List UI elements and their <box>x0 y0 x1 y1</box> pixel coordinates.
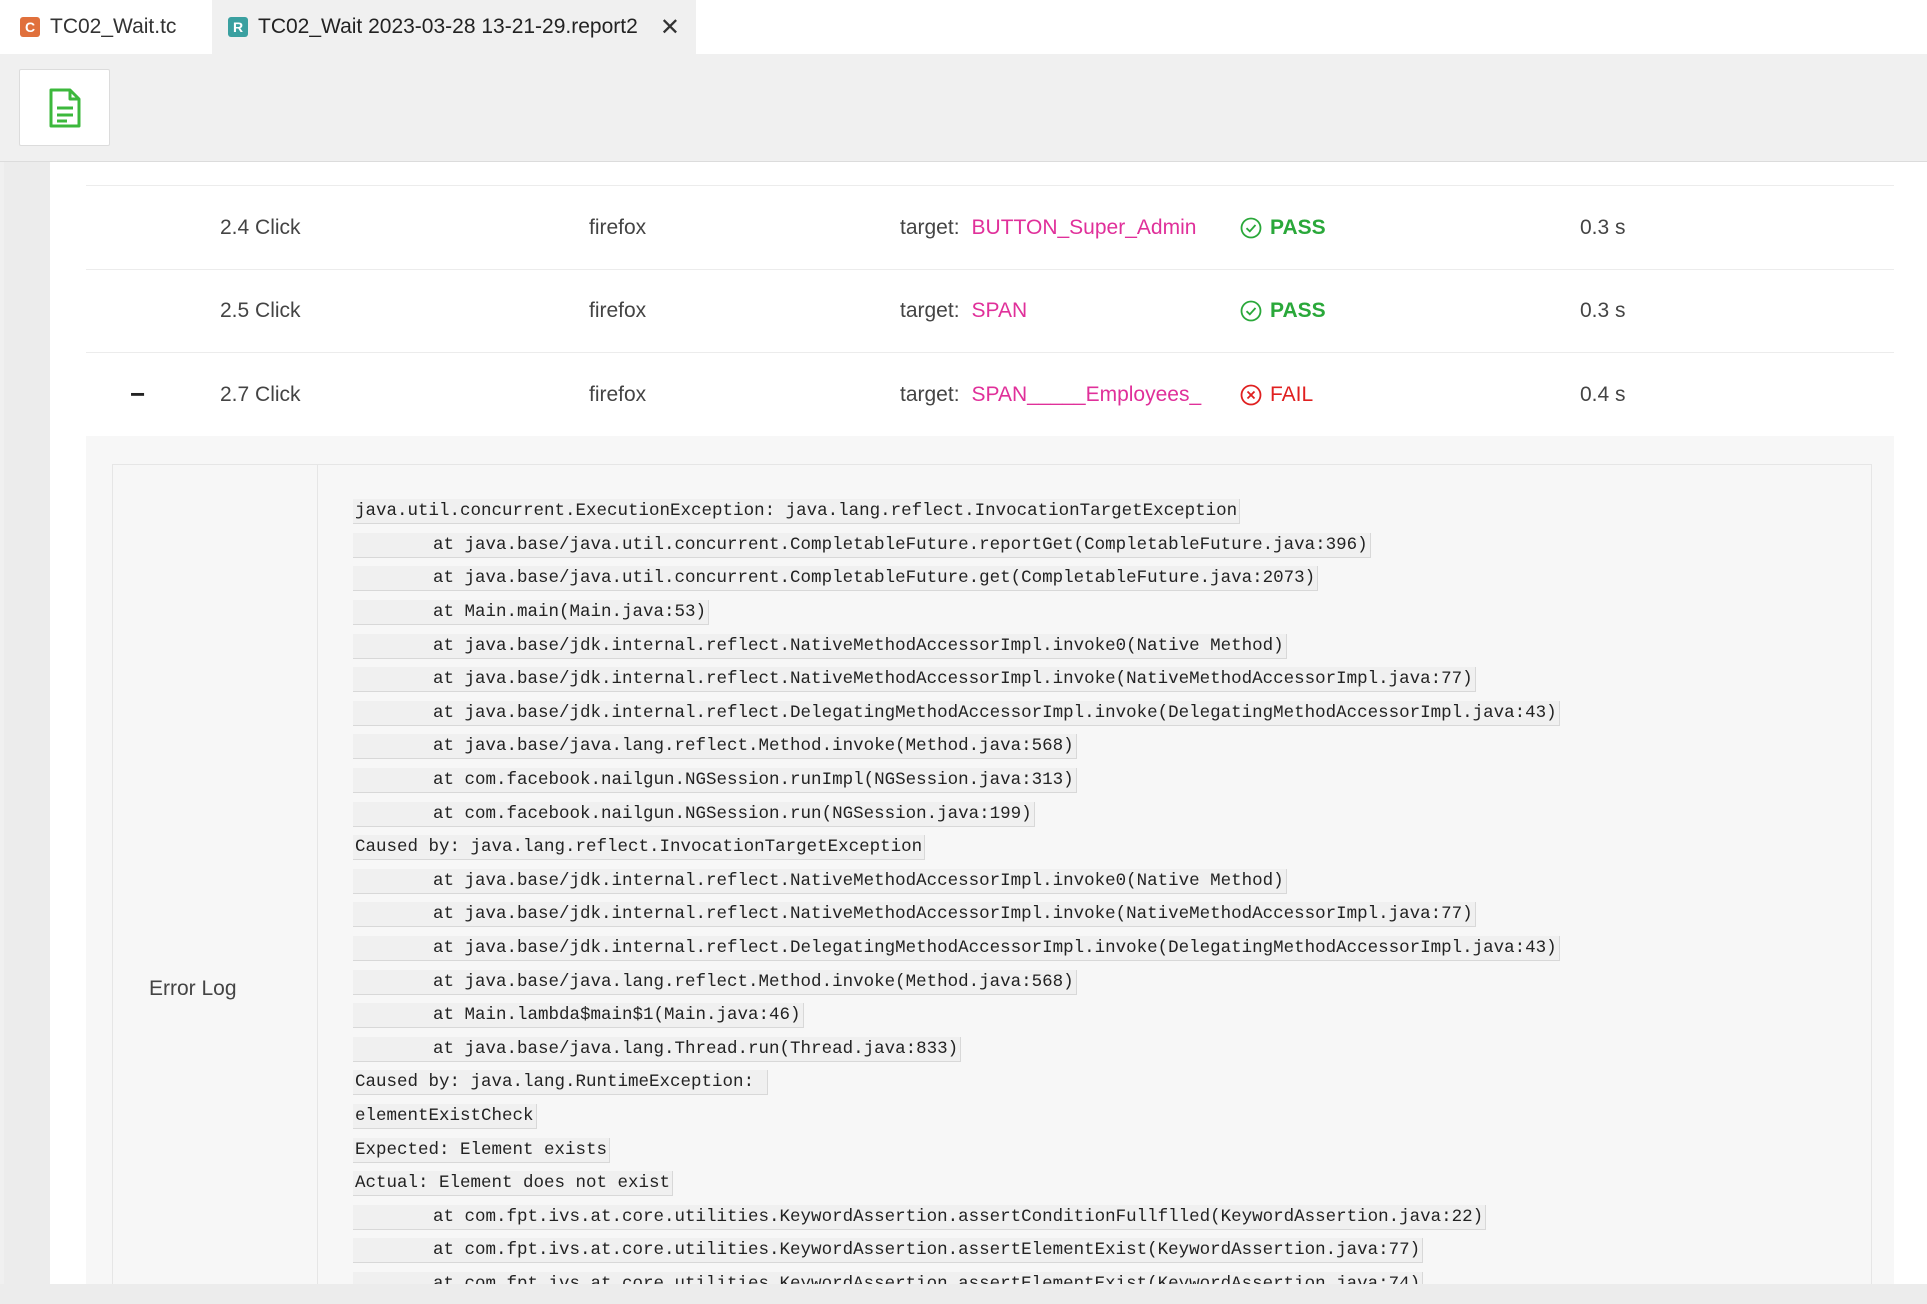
step-browser: firefox <box>589 215 647 239</box>
log-line-text: at com.facebook.nailgun.NGSession.run(NG… <box>353 801 1035 827</box>
check-circle-icon <box>1240 217 1262 238</box>
log-line-text: at com.facebook.nailgun.NGSession.runImp… <box>353 768 1077 794</box>
document-icon <box>49 88 80 127</box>
tab-test-case[interactable]: C TC02_Wait.tc <box>4 0 212 54</box>
log-line-text: at java.base/jdk.internal.reflect.Native… <box>353 902 1476 928</box>
error-log-box: Error Log java.util.concurrent.Execution… <box>112 464 1872 1284</box>
status-text: FAIL <box>1270 382 1314 406</box>
collapse-toggle[interactable]: − <box>130 353 145 436</box>
log-line: Expected: Element exists <box>353 1133 1560 1167</box>
report-document-button[interactable] <box>19 69 110 146</box>
error-panel: Error Log java.util.concurrent.Execution… <box>86 436 1894 1284</box>
step-target: target: BUTTON_Super_Admin <box>900 186 1196 269</box>
log-line-text: at com.fpt.ivs.at.core.utilities.Keyword… <box>353 1271 1424 1284</box>
log-line: at java.base/java.lang.Thread.run(Thread… <box>353 1033 1560 1067</box>
target-value: SPAN_____Employees_ <box>971 382 1202 406</box>
log-line-text: at com.fpt.ivs.at.core.utilities.Keyword… <box>353 1204 1487 1230</box>
step-browser: firefox <box>589 298 647 322</box>
error-log-label: Error Log <box>149 977 237 1000</box>
log-line-text: at java.base/jdk.internal.reflect.Native… <box>353 633 1287 659</box>
log-line-text: Caused by: java.lang.reflect.InvocationT… <box>353 835 926 861</box>
log-line: at java.base/jdk.internal.reflect.Native… <box>353 629 1560 663</box>
log-line-text: at java.base/jdk.internal.reflect.Native… <box>353 868 1287 894</box>
log-line-text: java.util.concurrent.ExecutionException:… <box>353 499 1241 525</box>
log-line: at java.base/java.util.concurrent.Comple… <box>353 562 1560 596</box>
status-badge: PASS <box>1240 269 1326 352</box>
log-line: at com.fpt.ivs.at.core.utilities.Keyword… <box>353 1200 1560 1234</box>
status-text: PASS <box>1270 298 1326 322</box>
log-line: java.util.concurrent.ExecutionException:… <box>353 495 1560 529</box>
step-duration: 0.4 s <box>1580 382 1626 406</box>
log-line: at com.facebook.nailgun.NGSession.runImp… <box>353 764 1560 798</box>
step-row[interactable]: − 2.7 Click firefox target: SPAN_____Emp… <box>86 353 1894 437</box>
log-line-text: at java.base/jdk.internal.reflect.Native… <box>353 667 1476 693</box>
log-line-text: at Main.main(Main.java:53) <box>353 600 710 626</box>
target-label: target: <box>900 215 960 239</box>
target-value: SPAN <box>971 298 1028 322</box>
tab-report[interactable]: R TC02_Wait 2023-03-28 13-21-29.report2 … <box>212 0 696 54</box>
target-label: target: <box>900 298 960 322</box>
tab-bar: C TC02_Wait.tc R TC02_Wait 2023-03-28 13… <box>0 0 1927 54</box>
step-row[interactable]: 2.4 Click firefox target: BUTTON_Super_A… <box>86 185 1894 270</box>
step-name: 2.5 Click <box>220 298 301 322</box>
log-line: at java.base/jdk.internal.reflect.Native… <box>353 898 1560 932</box>
status-text: PASS <box>1270 215 1326 239</box>
log-line: at java.base/jdk.internal.reflect.Delega… <box>353 697 1560 731</box>
log-line-text: at java.base/jdk.internal.reflect.Delega… <box>353 936 1560 962</box>
log-line-text: at com.fpt.ivs.at.core.utilities.Keyword… <box>353 1238 1424 1264</box>
log-line: at java.base/java.lang.reflect.Method.in… <box>353 730 1560 764</box>
log-line: at java.base/jdk.internal.reflect.Native… <box>353 865 1560 899</box>
log-line: at com.fpt.ivs.at.core.utilities.Keyword… <box>353 1234 1560 1268</box>
step-name: 2.7 Click <box>220 382 301 406</box>
check-circle-icon <box>1240 300 1262 321</box>
step-browser: firefox <box>589 382 647 406</box>
log-line: at java.base/jdk.internal.reflect.Delega… <box>353 932 1560 966</box>
tab-label: TC02_Wait.tc <box>50 15 177 38</box>
log-line: at Main.lambda$main$1(Main.java:46) <box>353 999 1560 1033</box>
status-badge: PASS <box>1240 186 1326 269</box>
log-line: at java.base/jdk.internal.reflect.Native… <box>353 663 1560 697</box>
log-line: elementExistCheck <box>353 1100 1560 1134</box>
error-log-text[interactable]: java.util.concurrent.ExecutionException:… <box>353 495 1560 1284</box>
tab-label: TC02_Wait 2023-03-28 13-21-29.report2 <box>258 15 638 38</box>
log-line-text: Actual: Element does not exist <box>353 1171 674 1197</box>
close-icon[interactable]: ✕ <box>660 13 680 42</box>
left-gutter <box>4 162 50 1284</box>
step-name: 2.4 Click <box>220 215 301 239</box>
log-line-text: at java.base/java.util.concurrent.Comple… <box>353 566 1319 592</box>
step-target: target: SPAN <box>900 269 1027 352</box>
log-line-text: Caused by: java.lang.RuntimeException: <box>353 1070 768 1096</box>
log-line-text: Expected: Element exists <box>353 1137 611 1163</box>
toolbar <box>0 54 1927 162</box>
log-line-text: at java.base/java.lang.reflect.Method.in… <box>353 969 1077 995</box>
log-line: at java.base/java.lang.reflect.Method.in… <box>353 965 1560 999</box>
log-line-text: at java.base/java.util.concurrent.Comple… <box>353 532 1371 558</box>
log-line: Caused by: java.lang.RuntimeException: <box>353 1066 1560 1100</box>
log-line-text: at Main.lambda$main$1(Main.java:46) <box>353 1003 804 1029</box>
report-content[interactable]: 2.4 Click firefox target: BUTTON_Super_A… <box>50 162 1927 1284</box>
log-line: at java.base/java.util.concurrent.Comple… <box>353 529 1560 563</box>
log-line: Actual: Element does not exist <box>353 1167 1560 1201</box>
bottom-scrollbar[interactable] <box>0 1284 1927 1304</box>
x-circle-icon <box>1240 384 1262 405</box>
log-line-text: at java.base/java.lang.Thread.run(Thread… <box>353 1036 962 1062</box>
test-case-file-icon: C <box>20 17 40 37</box>
report-file-icon: R <box>228 17 248 37</box>
log-line-text: elementExistCheck <box>353 1103 537 1129</box>
log-line-text: at java.base/java.lang.reflect.Method.in… <box>353 734 1077 760</box>
log-line: Caused by: java.lang.reflect.InvocationT… <box>353 831 1560 865</box>
target-value: BUTTON_Super_Admin <box>971 215 1197 239</box>
step-target: target: SPAN_____Employees_ <box>900 353 1201 436</box>
status-badge: FAIL <box>1240 353 1313 436</box>
error-log-label-column: Error Log <box>113 465 318 1284</box>
log-line-text: at java.base/jdk.internal.reflect.Delega… <box>353 700 1560 726</box>
log-line: at Main.main(Main.java:53) <box>353 596 1560 630</box>
step-row[interactable]: 2.5 Click firefox target: SPAN PASS 0.3 … <box>86 269 1894 353</box>
target-label: target: <box>900 382 960 406</box>
log-line: at com.fpt.ivs.at.core.utilities.Keyword… <box>353 1268 1560 1284</box>
log-line: at com.facebook.nailgun.NGSession.run(NG… <box>353 797 1560 831</box>
step-duration: 0.3 s <box>1580 298 1626 322</box>
step-duration: 0.3 s <box>1580 215 1626 239</box>
